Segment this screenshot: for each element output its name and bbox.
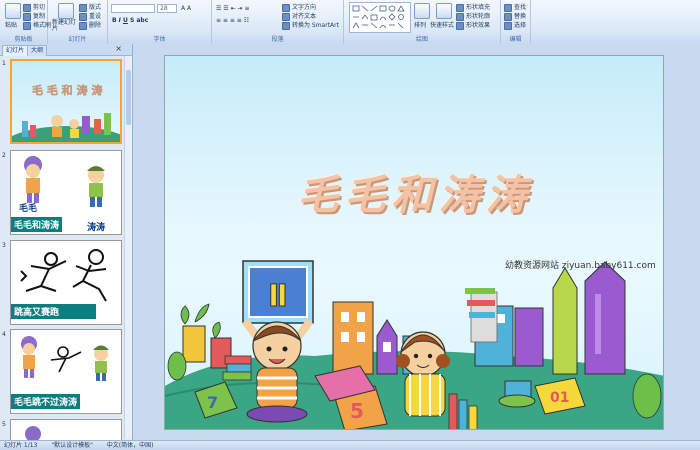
format-painter-button[interactable]: 格式刷 — [23, 20, 51, 30]
slide-number: 3 — [2, 242, 6, 249]
thumbnail-1-art: 毛 毛 和 涛 涛 — [12, 83, 120, 142]
group-slides: 新建幻灯片 版式 重设 删除 幻灯片 — [48, 0, 108, 44]
slides-panel: 幻灯片 大纲 × 1 毛 毛 和 涛 涛 2 毛毛 涛涛 毛毛和涛涛 3 跳高又… — [0, 44, 133, 440]
arrange-icon[interactable] — [414, 3, 430, 19]
slide-illustration: Ⅱ 7 5 01 — [165, 260, 663, 429]
quick-styles-button[interactable]: 快速样式 — [430, 20, 454, 29]
slide-title[interactable]: 毛毛和涛涛 — [255, 161, 575, 221]
right-buildings-art — [465, 261, 626, 375]
shapes-gallery[interactable] — [349, 2, 411, 33]
group-title-font: 字体 — [153, 36, 166, 43]
slide-number: 5 — [2, 421, 6, 428]
group-title-paragraph: 段落 — [271, 36, 284, 43]
group-clipboard: 粘贴 剪切 复制 格式刷 剪贴板 — [0, 0, 51, 44]
font-format-buttons[interactable]: B I U S abc — [112, 17, 148, 24]
group-editing: 查找 替换 选择 编辑 — [501, 0, 531, 44]
slide-2-name-1: 毛毛 — [19, 204, 38, 214]
theme-name: "默认设计模板" — [51, 442, 93, 449]
font-name-combo[interactable] — [111, 4, 155, 13]
svg-text:7: 7 — [207, 393, 218, 412]
tab-outline[interactable]: 大纲 — [27, 45, 48, 56]
shapes-gallery-icons — [352, 5, 405, 29]
slide-thumbnail-3[interactable]: 跳高又赛跑 — [10, 240, 122, 325]
new-slide-button[interactable]: 新建幻灯片 — [52, 20, 76, 32]
font-size-combo[interactable]: 28 — [157, 4, 177, 13]
scroll-thumb[interactable] — [126, 70, 131, 125]
tab-slides[interactable]: 幻灯片 — [2, 45, 29, 56]
website-text[interactable]: 幼教资源网站 ziyuan.baby611.com — [505, 258, 656, 271]
slide-thumbnail-5[interactable] — [10, 419, 122, 440]
bullets-buttons[interactable]: ☰ ☰ ⇤ ⇥ ≡ — [216, 5, 249, 12]
slide-thumbnail-1[interactable]: 毛 毛 和 涛 涛 — [10, 59, 122, 144]
slide-2-name-2: 涛涛 — [87, 223, 106, 233]
group-title-clipboard: 剪贴板 — [14, 36, 33, 43]
group-title-editing: 编辑 — [509, 36, 522, 43]
slide-4-label: 毛毛跳不过涛涛 — [11, 394, 81, 409]
slide-thumbnail-4[interactable]: 毛毛跳不过涛涛 — [10, 329, 122, 414]
svg-text:Ⅱ: Ⅱ — [268, 279, 288, 314]
shape-effects-button[interactable]: 形状效果 — [456, 20, 490, 30]
smartart-icon — [282, 21, 290, 30]
align-buttons[interactable]: ≡ ≡ ≡ ≡ ☷ — [216, 17, 249, 24]
language-indicator: 中文(简体，中国) — [106, 442, 154, 449]
slide-count: 幻灯片 1/13 — [4, 442, 38, 449]
panel-scrollbar[interactable] — [124, 56, 132, 439]
brush-icon — [23, 21, 31, 30]
select-icon — [504, 21, 512, 30]
delete-icon — [79, 21, 87, 30]
effects-icon — [456, 21, 464, 30]
slide-canvas[interactable]: Ⅱ 7 5 01 毛毛和涛涛 幼教资源网站 ziyuan.baby611.com — [164, 55, 664, 430]
font-size-buttons[interactable]: A A — [181, 5, 191, 12]
svg-text:01: 01 — [550, 390, 569, 406]
slide-2-label: 毛毛和涛涛 — [11, 217, 63, 232]
close-panel-icon[interactable]: × — [115, 44, 122, 53]
thumbnail-1-title-art: 毛 毛 和 涛 涛 — [32, 83, 102, 97]
sign-board-art: Ⅱ — [242, 260, 314, 324]
slide-3-label: 跳高又赛跑 — [11, 304, 96, 319]
group-title-drawing: 绘图 — [415, 36, 428, 43]
group-font: 28 B I U S abc A A 字体 — [108, 0, 212, 44]
quick-styles-icon[interactable] — [436, 3, 452, 19]
panel-tabs: 幻灯片 大纲 × — [0, 44, 132, 56]
slide-number: 4 — [2, 331, 6, 338]
slide-number: 2 — [2, 152, 6, 159]
paste-button[interactable]: 粘贴 — [5, 20, 17, 29]
select-button[interactable]: 选择 — [504, 20, 526, 30]
slide-thumbnail-2[interactable]: 毛毛 涛涛 毛毛和涛涛 — [10, 150, 122, 235]
group-paragraph: ☰ ☰ ⇤ ⇥ ≡ ≡ ≡ ≡ ≡ ☷ 文字方向 对齐文本 转换为 SmartA… — [212, 0, 344, 44]
slide-number: 1 — [2, 60, 6, 67]
thumbnail-5-art — [25, 426, 41, 440]
paste-icon[interactable] — [5, 3, 21, 19]
svg-text:5: 5 — [350, 399, 364, 423]
group-title-slides: 幻灯片 — [68, 36, 87, 43]
delete-slide-button[interactable]: 删除 — [79, 20, 101, 30]
ribbon: 粘贴 剪切 复制 格式刷 剪贴板 新建幻灯片 版式 重设 删除 幻灯片 28 B… — [0, 0, 700, 45]
arrange-button[interactable]: 排列 — [414, 20, 426, 29]
smartart-button[interactable]: 转换为 SmartArt — [282, 20, 339, 30]
new-slide-icon[interactable] — [58, 3, 74, 19]
